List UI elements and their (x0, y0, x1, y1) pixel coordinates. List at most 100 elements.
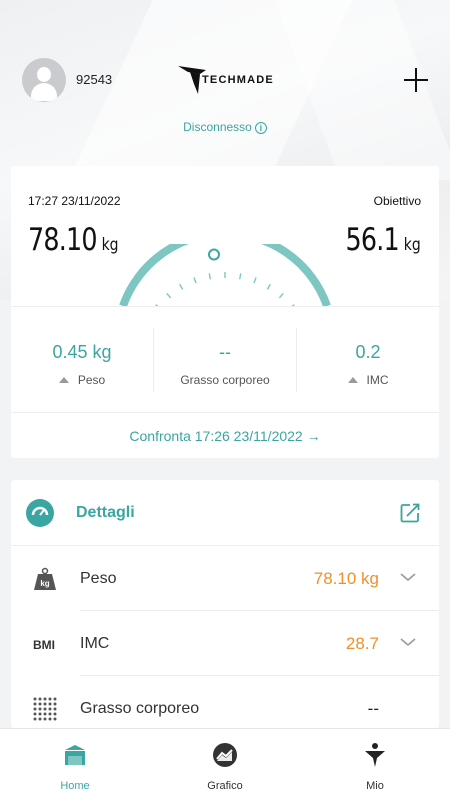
info-icon[interactable]: i (254, 121, 267, 134)
app-header: 92543 TECHMADE Disconnesso i (0, 0, 450, 150)
goal-label: Obiettivo (373, 194, 421, 208)
details-card: Dettagli kg Peso 78.10 kg BMI IMC 28.7 G… (11, 480, 439, 728)
row-value: 78.10 kg (313, 569, 379, 588)
dot (43, 717, 47, 721)
stat-value: -- (219, 342, 231, 362)
dot (33, 702, 37, 706)
detail-row-body-fat[interactable]: Grasso corporeo -- (11, 676, 439, 728)
detail-row-weight[interactable]: kg Peso 78.10 kg (11, 546, 439, 611)
nav-label: Grafico (207, 780, 243, 792)
chevron-down-icon[interactable] (399, 633, 417, 651)
stat-body-fat-change: -- Grasso corporeo (154, 306, 296, 412)
dot (33, 697, 37, 701)
dot (48, 702, 52, 706)
goal-weight-value: 56.1 (345, 222, 400, 258)
goal-weight: 56.1 kg (346, 222, 421, 258)
row-value: 28.7 (345, 634, 379, 653)
share-icon[interactable] (399, 502, 421, 524)
dot (33, 717, 37, 721)
stat-label: Grasso corporeo (180, 373, 270, 387)
speedometer-icon (26, 499, 54, 527)
dot (48, 697, 52, 701)
nav-home[interactable]: Home (0, 729, 150, 800)
row-label: Peso (80, 570, 117, 587)
weight-icon-text: kg (40, 579, 49, 588)
dot (48, 707, 52, 711)
bottom-nav: Home Grafico Mio (0, 728, 450, 800)
dot (53, 707, 57, 711)
profile-icon (365, 743, 385, 767)
stat-label-wrap: IMC (297, 373, 439, 387)
row-label: Grasso corporeo (80, 700, 200, 717)
gauge-tick (278, 292, 284, 299)
stat-label-wrap: Peso (11, 373, 153, 387)
dot (53, 717, 57, 721)
details-header: Dettagli (11, 480, 439, 546)
nav-label: Mio (366, 780, 384, 792)
nav-chart[interactable]: Grafico (150, 729, 300, 800)
dot (43, 702, 47, 706)
dot (38, 702, 42, 706)
connection-status-label: Disconnesso (183, 120, 252, 134)
current-weight-value: 78.10 (28, 222, 97, 258)
gauge-indicator (207, 248, 220, 261)
row-value: -- (367, 699, 379, 718)
weight-kg-icon: kg (34, 567, 56, 590)
dot (38, 707, 42, 711)
row-label: IMC (80, 635, 110, 652)
dot (48, 712, 52, 716)
current-weight: 78.10 kg (28, 222, 119, 258)
stat-label: Peso (77, 373, 106, 387)
gauge-ticks (155, 272, 295, 306)
compare-label: Confronta 17:26 23/11/2022 (129, 428, 303, 444)
gauge-tick (239, 273, 242, 280)
avatar[interactable] (22, 58, 66, 102)
dot (33, 707, 37, 711)
measurement-datetime: 17:27 23/11/2022 (28, 194, 121, 208)
body-fat-icon (33, 697, 57, 721)
nav-profile[interactable]: Mio (300, 729, 450, 800)
trend-up-icon (347, 377, 358, 383)
gauge-tick (253, 277, 257, 284)
add-button[interactable] (404, 68, 428, 92)
stat-weight-change: 0.45 kg Peso (11, 306, 153, 412)
brand-logo: TECHMADE (176, 62, 276, 96)
dot (48, 717, 52, 721)
gauge-tick (166, 292, 172, 299)
trend-up-icon (58, 377, 69, 383)
stat-value: 0.2 (355, 342, 381, 362)
dot (38, 712, 42, 716)
detail-row-bmi[interactable]: BMI IMC 28.7 (11, 611, 439, 676)
user-id: 92543 (76, 72, 113, 87)
dot (38, 697, 42, 701)
gauge-tick (208, 273, 211, 280)
weight-gauge (119, 244, 331, 306)
stat-label: IMC (366, 373, 389, 387)
brand-name: TECHMADE (202, 74, 274, 86)
dot (43, 707, 47, 711)
chevron-down-icon[interactable] (399, 568, 417, 586)
goal-weight-unit: kg (404, 235, 421, 255)
divider (11, 412, 439, 413)
arrow-right-icon: → (306, 428, 321, 444)
dot (38, 717, 42, 721)
measurement-card: 17:27 23/11/2022 Obiettivo 78.10 kg 56.1 k… (11, 166, 439, 458)
gauge-tick (179, 283, 184, 290)
dot (53, 702, 57, 706)
stat-bmi-change: 0.2 IMC (297, 306, 439, 412)
dot (53, 712, 57, 716)
compare-link[interactable]: Confronta 17:26 23/11/2022 → (11, 428, 439, 444)
dot (33, 712, 37, 716)
dot (43, 697, 47, 701)
bmi-icon: BMI (33, 638, 55, 652)
dot (43, 712, 47, 716)
gauge-tick (266, 283, 271, 290)
stat-value: 0.45 kg (52, 342, 112, 362)
chart-icon (213, 743, 237, 767)
nav-label: Home (60, 780, 90, 792)
connection-status[interactable]: Disconnesso i (0, 120, 450, 134)
details-title: Dettagli (76, 504, 135, 521)
home-icon (65, 745, 85, 765)
dot (53, 697, 57, 701)
gauge-tick (193, 277, 197, 284)
